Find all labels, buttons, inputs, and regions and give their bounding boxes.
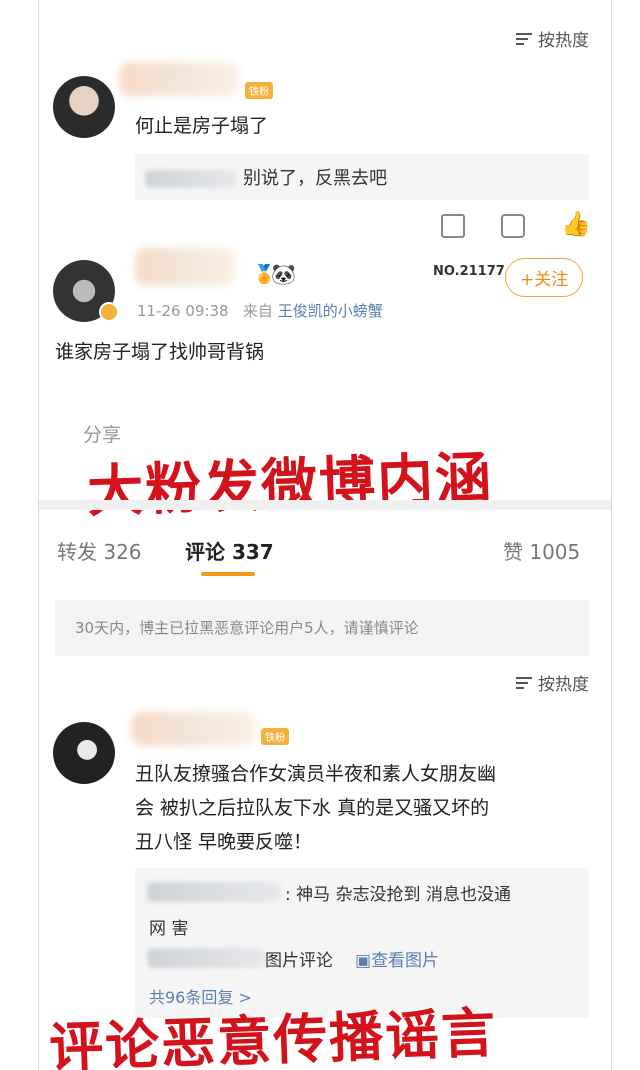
share-icon[interactable] — [441, 214, 465, 238]
verified-icon — [99, 302, 119, 322]
tab-comments[interactable]: 评论 337 — [185, 536, 274, 565]
reply-box[interactable]: 别说了，反黑去吧 — [135, 154, 589, 200]
notice-banner: 30天内，博主已拉黑恶意评论用户5人，请谨慎评论 — [55, 600, 589, 656]
reply-user-redacted — [147, 882, 281, 902]
sort-icon — [516, 32, 534, 46]
fan-badge: 铁粉 — [245, 82, 273, 99]
weibo-screenshot: 按热度 铁粉 何止是房子塌了 别说了，反黑去吧 👍 🏅 🐼 11-26 09:3… — [38, 0, 612, 1070]
sort-by-hot[interactable]: 按热度 — [516, 670, 589, 695]
fan-badge: 铁粉 — [261, 728, 289, 745]
avatar[interactable] — [53, 722, 115, 784]
reply-user-redacted — [147, 948, 265, 968]
reply-text: 图片评论 — [265, 951, 333, 971]
timestamp: 11-26 09:38 — [137, 302, 229, 320]
like-icon[interactable]: 👍 — [561, 210, 591, 238]
comment-text: 何止是房子塌了 — [135, 115, 269, 137]
username-redacted — [119, 62, 239, 96]
overlay-caption: 评论恶意传播谣言 — [48, 1001, 499, 1070]
source-link[interactable]: 王俊凯的小螃蟹 — [278, 302, 383, 320]
tab-likes[interactable]: 赞 1005 — [503, 536, 580, 565]
comment-text-line: 丑八怪 早晚要反噬！ — [135, 831, 313, 853]
avatar[interactable] — [53, 76, 115, 138]
image-icon: ▣ — [355, 951, 372, 971]
username-redacted — [131, 712, 255, 746]
follow-button[interactable]: +关注 — [505, 258, 584, 297]
comment-text-line: 会 被扒之后拉队友下水 真的是又骚又坏的 — [135, 797, 490, 819]
view-image-link[interactable]: ▣查看图片 — [355, 946, 439, 971]
source-prefix: 来自 — [242, 302, 273, 320]
sort-icon — [516, 676, 534, 690]
tab-repost[interactable]: 转发 326 — [57, 536, 142, 565]
divider — [39, 500, 611, 510]
comment-icon[interactable] — [501, 214, 525, 238]
post-meta: 11-26 09:38 来自 王俊凯的小螃蟹 — [137, 300, 383, 321]
view-image-label: 查看图片 — [371, 951, 440, 971]
sort-by-hot[interactable]: 按热度 — [516, 26, 589, 51]
overlay-caption: 大粉发微博内涵 — [86, 445, 495, 526]
username-redacted — [135, 248, 235, 286]
panda-icon: 🐼 — [271, 262, 296, 286]
sort-label: 按热度 — [538, 675, 589, 695]
reply-text-cont: 网 害 — [149, 919, 189, 939]
post-text: 谁家房子塌了找帅哥背锅 — [55, 341, 265, 363]
fans-number: NO.21177 — [433, 264, 505, 279]
reply-user-redacted — [145, 170, 237, 188]
reply-text: 别说了，反黑去吧 — [243, 168, 387, 189]
share-label[interactable]: 分享 — [83, 420, 121, 447]
comment-text-line: 丑队友撩骚合作女演员半夜和素人女朋友幽 — [135, 763, 497, 785]
sort-label: 按热度 — [538, 31, 589, 51]
tab-underline — [201, 572, 255, 576]
reply-text: : 神马 杂志没抢到 消息也没通 — [285, 885, 511, 905]
